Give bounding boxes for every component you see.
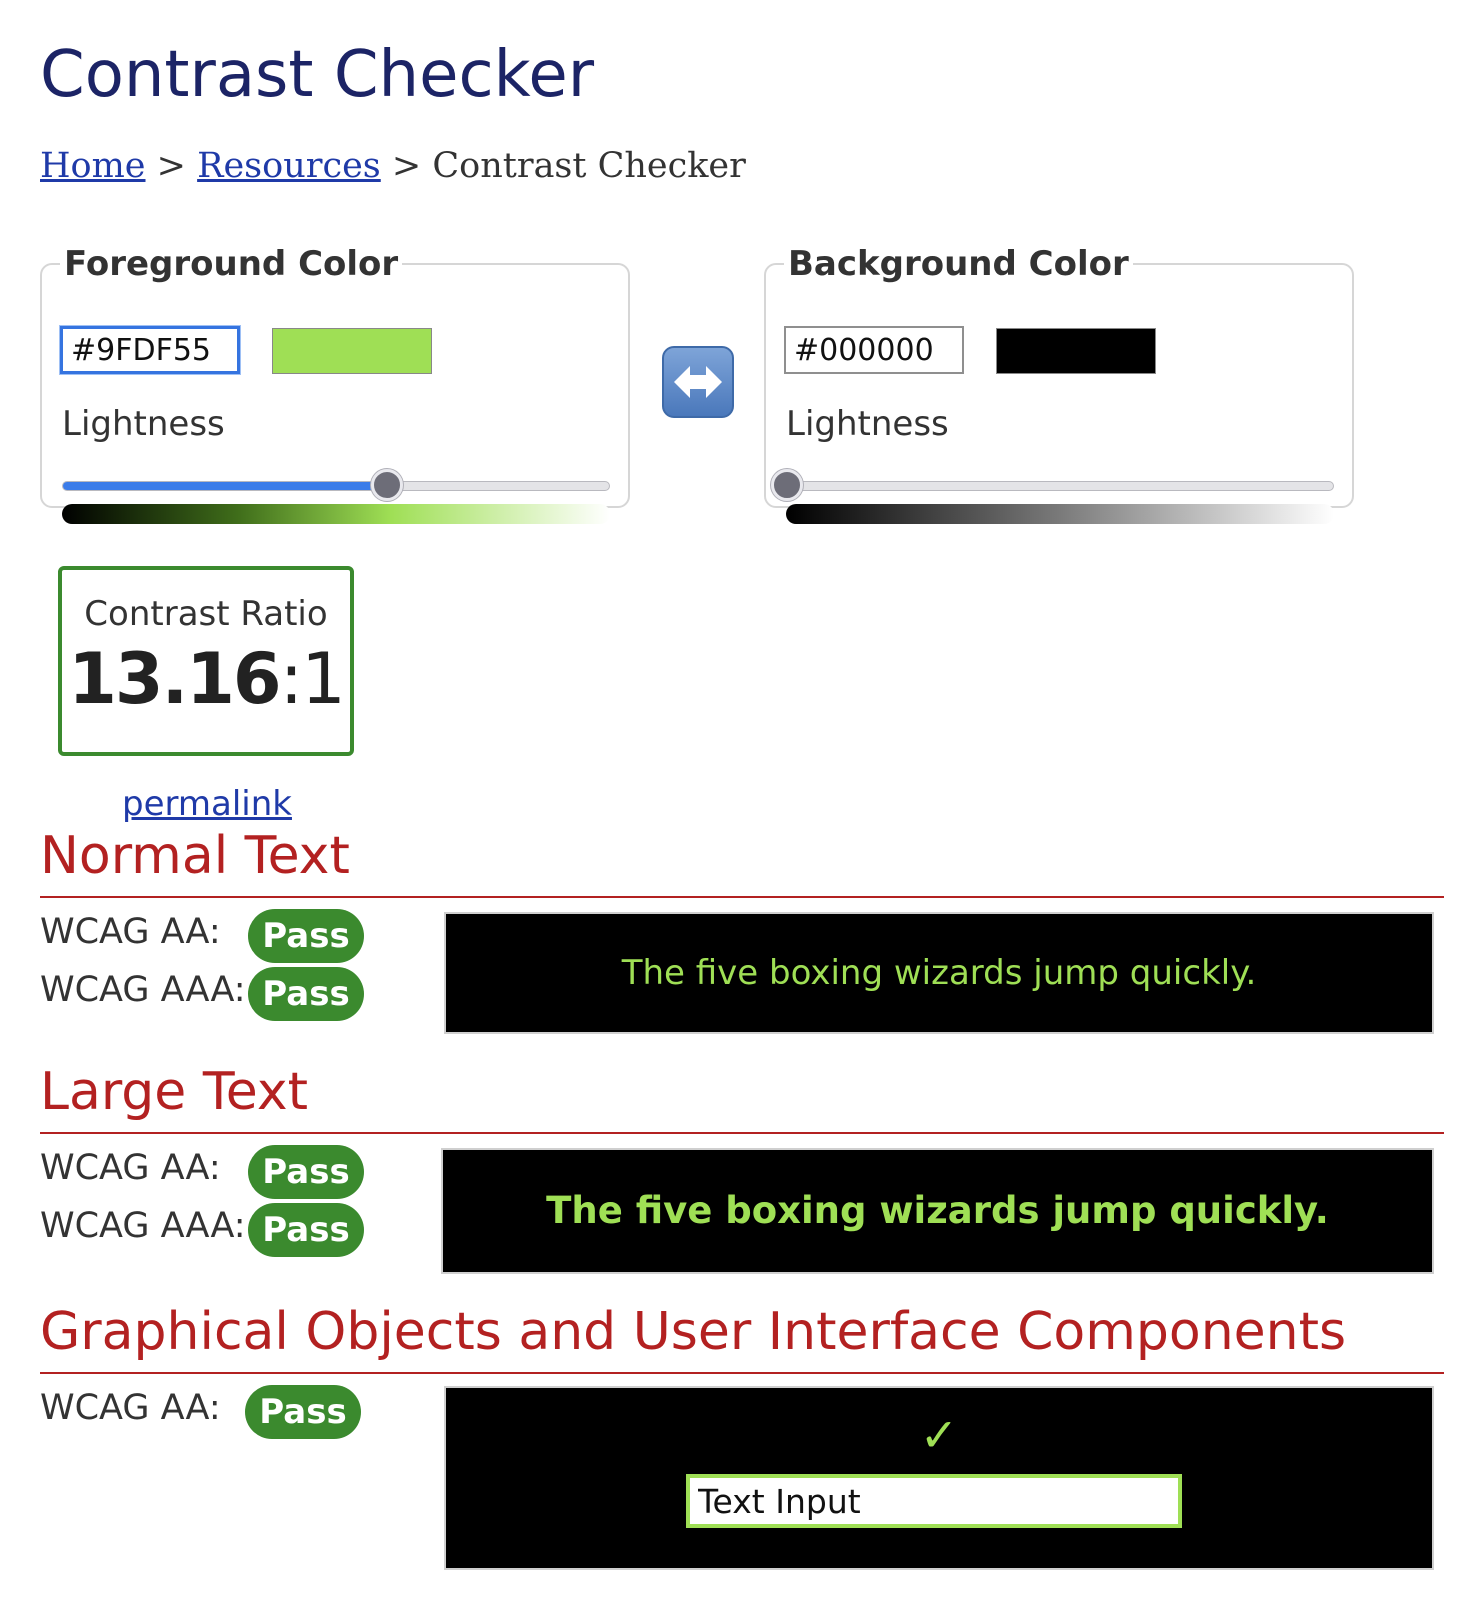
background-swatch[interactable] (996, 328, 1156, 374)
normal-text-heading: Normal Text (40, 826, 350, 886)
graphical-objects-preview: ✓ (444, 1386, 1434, 1570)
foreground-slider-thumb[interactable] (370, 469, 403, 501)
large-text-divider (40, 1132, 1444, 1134)
breadcrumb-current: Contrast Checker (432, 146, 746, 186)
breadcrumb-resources-link[interactable]: Resources (197, 146, 381, 186)
foreground-lightness-label: Lightness (62, 404, 225, 444)
left-right-arrow-icon (674, 366, 722, 398)
graphical-aa-status-badge: Pass (245, 1385, 361, 1439)
large-text-preview: The five boxing wizards jump quickly. (441, 1148, 1434, 1274)
demo-text-input[interactable] (686, 1474, 1182, 1528)
background-color-panel: Background Color Lightness (764, 244, 1354, 524)
normal-aa-status-badge: Pass (248, 909, 364, 963)
foreground-color-panel: Foreground Color Lightness (40, 244, 630, 524)
graphical-aa-label: WCAG AA: (40, 1388, 221, 1428)
permalink-link[interactable]: permalink (122, 784, 292, 824)
normal-aaa-status-badge: Pass (248, 967, 364, 1021)
large-sample-text: The five boxing wizards jump quickly. (546, 1189, 1329, 1232)
background-lightness-gradient (786, 504, 1334, 524)
normal-sample-text: The five boxing wizards jump quickly. (621, 953, 1257, 993)
large-aaa-label: WCAG AAA: (40, 1206, 246, 1246)
page-title: Contrast Checker (40, 38, 595, 112)
checkmark-icon: ✓ (919, 1408, 959, 1462)
contrast-ratio-value: 13.16:1 (62, 638, 350, 720)
contrast-ratio-box: Contrast Ratio 13.16:1 (58, 566, 354, 756)
graphical-objects-divider (40, 1372, 1444, 1374)
foreground-lightness-slider[interactable] (62, 469, 610, 501)
breadcrumb: Home > Resources > Contrast Checker (40, 146, 746, 186)
large-aa-label: WCAG AA: (40, 1148, 221, 1188)
breadcrumb-separator: > (391, 146, 422, 186)
contrast-ratio-suffix: :1 (279, 638, 346, 720)
foreground-swatch[interactable] (272, 328, 432, 374)
normal-text-divider (40, 896, 1444, 898)
foreground-hex-input[interactable] (59, 325, 241, 375)
foreground-color-legend: Foreground Color (64, 244, 399, 284)
large-text-heading: Large Text (40, 1062, 308, 1122)
background-lightness-label: Lightness (786, 404, 949, 444)
large-aa-status-badge: Pass (248, 1145, 364, 1199)
background-color-legend: Background Color (788, 244, 1129, 284)
normal-aaa-label: WCAG AAA: (40, 970, 246, 1010)
graphical-objects-heading: Graphical Objects and User Interface Com… (40, 1302, 1347, 1362)
foreground-slider-fill (63, 482, 387, 490)
contrast-ratio-label: Contrast Ratio (84, 594, 328, 634)
normal-aa-label: WCAG AA: (40, 912, 221, 952)
breadcrumb-separator: > (156, 146, 186, 186)
contrast-ratio-number: 13.16 (68, 638, 281, 720)
large-aaa-status-badge: Pass (248, 1203, 364, 1257)
background-lightness-slider[interactable] (771, 469, 1334, 501)
swap-colors-button[interactable] (662, 346, 734, 418)
breadcrumb-home-link[interactable]: Home (40, 146, 146, 186)
background-hex-input[interactable] (784, 326, 964, 374)
background-slider-thumb[interactable] (771, 469, 803, 501)
normal-text-preview: The five boxing wizards jump quickly. (444, 912, 1434, 1034)
foreground-lightness-gradient (62, 504, 610, 524)
